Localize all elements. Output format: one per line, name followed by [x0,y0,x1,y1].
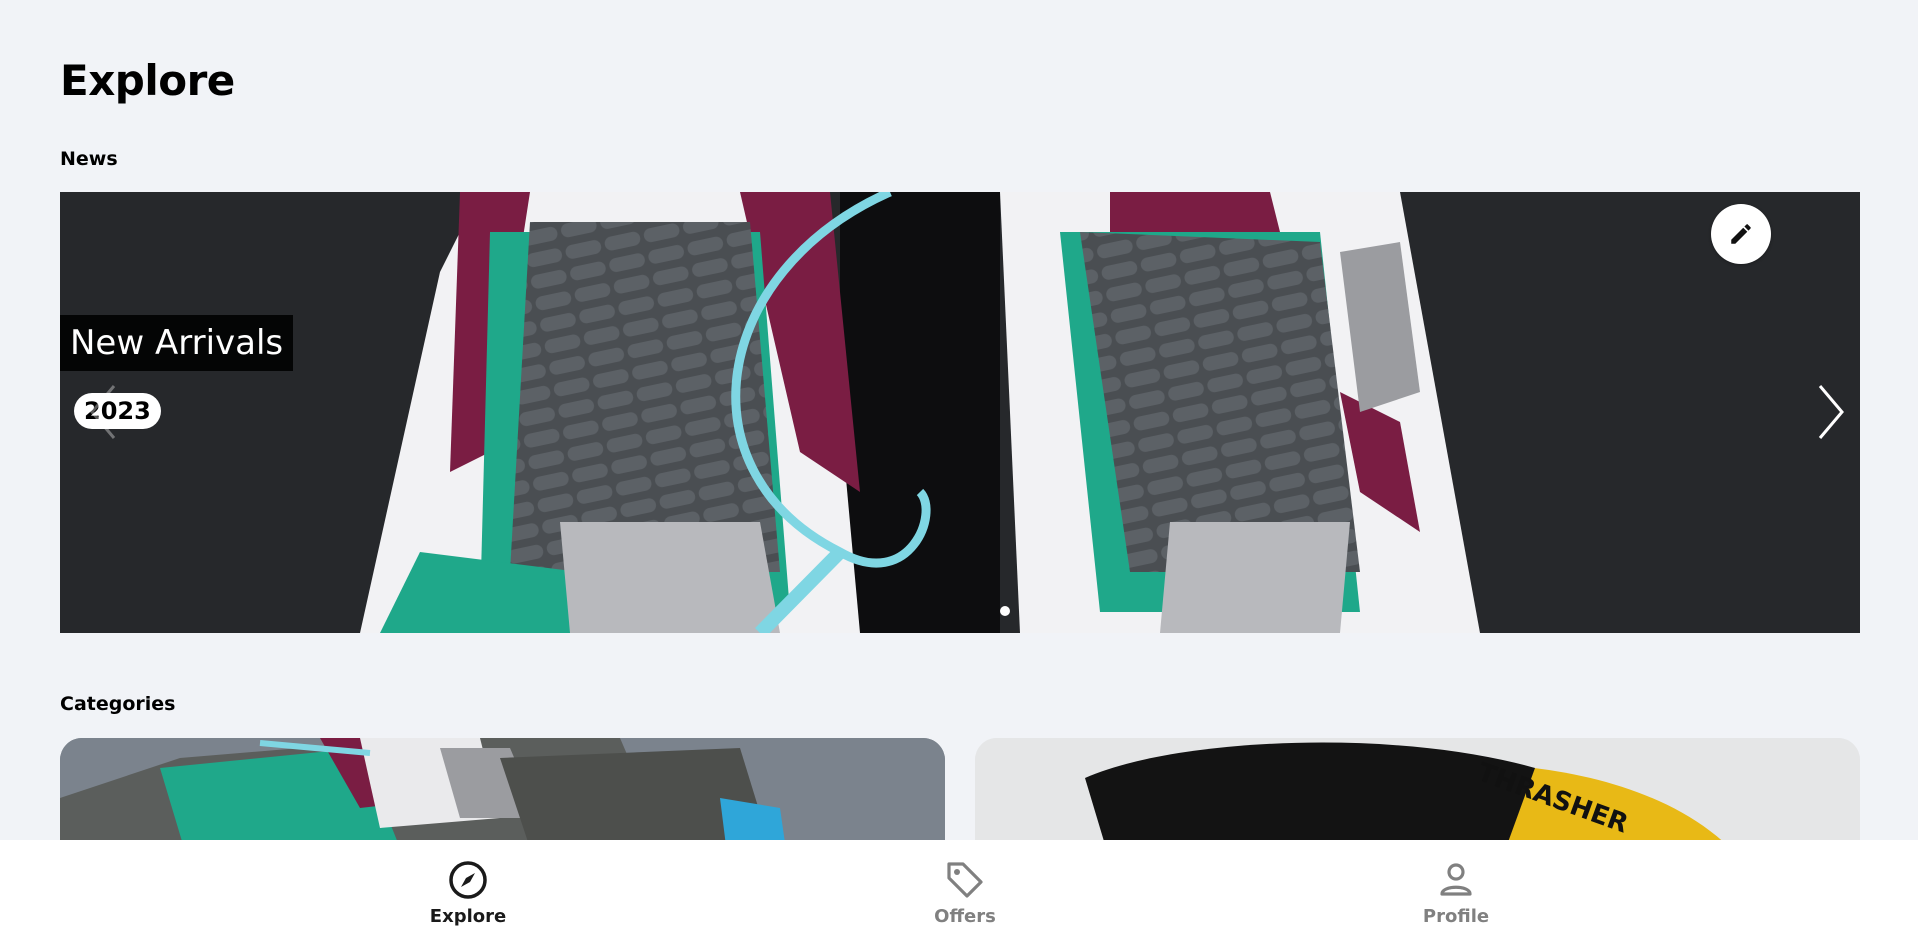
carousel-prev-arrow[interactable] [84,382,124,442]
news-section-title: News [60,148,118,170]
carousel-dot-active[interactable] [1000,606,1010,616]
nav-label-offers: Offers [934,906,996,927]
page-title: Explore [60,56,235,105]
nav-label-explore: Explore [429,906,507,927]
edit-button[interactable] [1711,204,1771,264]
categories-section-title: Categories [60,693,176,715]
nav-item-explore[interactable]: Explore [398,858,538,927]
person-icon [1440,863,1472,896]
carousel-indicators [60,606,1860,616]
news-banner-image [60,192,1860,633]
banner-caption: New Arrivals [60,315,294,371]
news-carousel[interactable]: New Arrivals 2023 [60,192,1860,633]
nav-item-profile[interactable]: Profile [1386,858,1526,927]
nav-label-profile: Profile [1422,906,1490,927]
compass-icon [449,861,487,899]
bottom-navigation-bar: Explore Offers Profile [0,840,1918,940]
nav-item-offers[interactable]: Offers [895,858,1035,927]
tag-icon [947,862,983,898]
carousel-next-arrow[interactable] [1810,382,1850,442]
pencil-icon [1731,224,1751,244]
